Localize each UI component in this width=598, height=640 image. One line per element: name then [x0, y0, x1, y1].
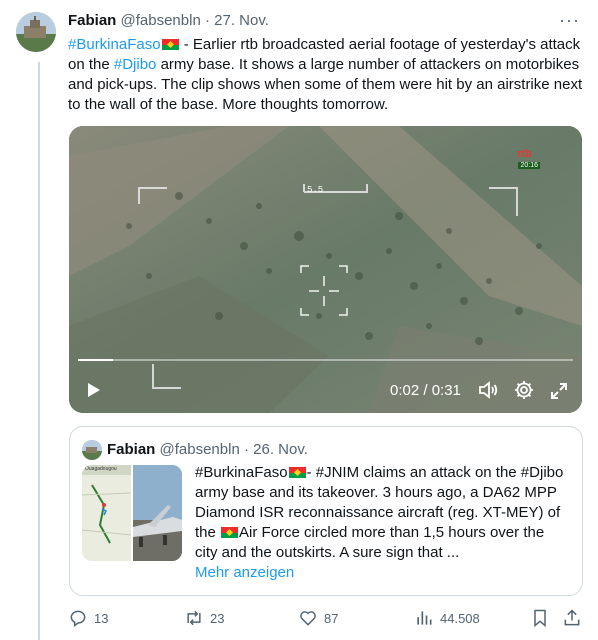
burkina-flag-icon	[161, 39, 179, 50]
tweet-date[interactable]: 27. Nov.	[214, 12, 269, 29]
share-button[interactable]	[562, 606, 582, 630]
author-handle[interactable]: @fabsenbln	[121, 12, 201, 29]
heart-icon	[300, 611, 316, 626]
thread-line	[38, 62, 40, 640]
tweet-text: #BurkinaFaso - Earlier rtb broadcasted a…	[68, 35, 588, 115]
separator: ·	[204, 12, 210, 29]
reply-icon	[70, 610, 86, 627]
views-button[interactable]: 44.508	[414, 606, 480, 630]
burkina-flag-icon	[221, 527, 239, 538]
hashtag-link[interactable]: #BurkinaFaso	[68, 36, 161, 53]
settings-gear-icon[interactable]	[513, 379, 535, 401]
map-label: Ouagadougou	[85, 466, 117, 472]
more-options-button[interactable]: ···	[559, 10, 580, 31]
reply-count: 13	[94, 610, 109, 626]
broadcast-clock: 20:16	[518, 162, 540, 169]
video-timestamp: 0:02 / 0:31	[390, 382, 461, 399]
quoted-author-handle[interactable]: @fabsenbln	[160, 441, 240, 458]
tweet-header: Fabian @fabsenbln · 27. Nov.	[68, 12, 582, 32]
video-frame: 5.5	[69, 126, 582, 413]
views-chart-icon	[417, 611, 432, 625]
separator: ·	[243, 441, 249, 458]
play-icon[interactable]	[83, 380, 103, 400]
video-player[interactable]: 5.5 rtb 20:16 0:02 / 0:31	[69, 126, 582, 413]
bookmark-button[interactable]	[530, 606, 550, 630]
flight-map-thumbnail[interactable]: Ouagadougou	[82, 465, 132, 561]
rtb-logo-text: rtb	[517, 148, 532, 160]
author-name[interactable]: Fabian	[68, 12, 116, 29]
quoted-tweet[interactable]: Fabian @fabsenbln · 26. Nov. Ouagadougou	[69, 426, 583, 596]
fullscreen-icon[interactable]	[549, 381, 569, 401]
volume-icon[interactable]	[477, 380, 499, 400]
action-bar: 13 23 87 44.508	[68, 606, 584, 630]
retweet-icon	[187, 610, 201, 626]
show-more-link[interactable]: Mehr anzeigen	[195, 564, 294, 581]
quoted-text-part: Air Force circled more than 1,5 hours ov…	[195, 524, 545, 561]
like-button[interactable]: 87	[298, 606, 338, 630]
retweet-count: 23	[210, 610, 225, 626]
quoted-avatar[interactable]	[82, 440, 102, 460]
like-count: 87	[324, 610, 339, 626]
retweet-button[interactable]: 23	[184, 606, 224, 630]
hashtag-link[interactable]: #Djibo	[114, 56, 157, 73]
avatar[interactable]	[16, 12, 56, 52]
quoted-header: Fabian @fabsenbln · 26. Nov.	[107, 441, 308, 458]
quoted-date[interactable]: 26. Nov.	[253, 441, 308, 458]
quoted-text-part: #BurkinaFaso	[195, 464, 288, 481]
bookmark-icon	[534, 609, 546, 628]
overlay-readout: 5.5	[307, 185, 323, 195]
video-progress-fill	[78, 359, 113, 361]
share-icon	[564, 609, 580, 626]
quoted-media[interactable]: Ouagadougou	[82, 465, 182, 561]
quoted-text: #BurkinaFaso - #JNIM claims an attack on …	[195, 463, 570, 583]
burkina-flag-icon	[288, 467, 306, 478]
video-progress-bar[interactable]	[78, 359, 573, 361]
views-count: 44.508	[440, 610, 480, 626]
aircraft-photo-thumbnail[interactable]	[133, 465, 182, 561]
quoted-author-name[interactable]: Fabian	[107, 441, 155, 458]
reply-button[interactable]: 13	[68, 606, 108, 630]
